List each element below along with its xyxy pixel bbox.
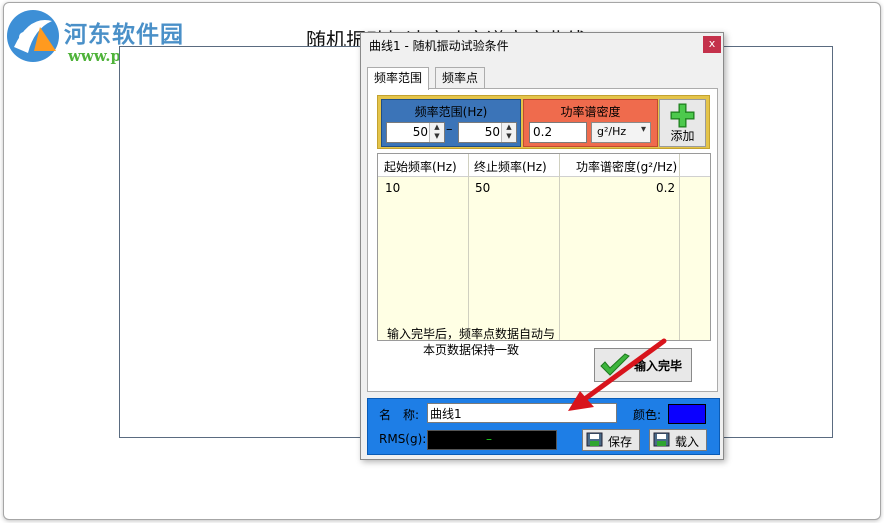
- spin-up-icon[interactable]: ▲: [502, 123, 516, 132]
- psd-value: 0.2: [533, 125, 553, 139]
- hint-text: 输入完毕后，频率点数据自动与 本页数据保持一致: [371, 326, 571, 358]
- tab-frequency-range[interactable]: 频率范围: [367, 67, 430, 90]
- plus-icon: [670, 103, 695, 128]
- save-label: 保存: [608, 435, 633, 449]
- table-header: 起始频率(Hz) 终止频率(Hz) 功率谱密度(g²/Hz): [378, 154, 710, 177]
- end-frequency-value: 50: [484, 125, 500, 139]
- red-arrow-icon: [568, 338, 667, 411]
- rms-value: –: [486, 432, 492, 446]
- chevron-down-icon: ▾: [640, 124, 646, 135]
- input-control-bar: 频率范围(Hz) 50 ▲ ▼ – 50 ▲ ▼ 功率谱密度 0.2 g²/Hz…: [377, 95, 710, 149]
- start-frequency-stepper[interactable]: 50 ▲ ▼: [386, 122, 445, 143]
- psd-unit-select[interactable]: g²/Hz ▾: [591, 122, 651, 143]
- spin-down-icon[interactable]: ▼: [502, 132, 516, 141]
- add-label: 添加: [670, 129, 695, 143]
- dialog-title: 曲线1 - 随机振动试验条件: [369, 39, 509, 53]
- load-label: 载入: [675, 435, 700, 449]
- frequency-table: 起始频率(Hz) 终止频率(Hz) 功率谱密度(g²/Hz) 10 50 0.2: [377, 153, 711, 341]
- load-button[interactable]: 载入: [649, 429, 707, 451]
- load-icon: [653, 432, 670, 447]
- rms-value-display: –: [427, 430, 557, 450]
- site-logo-icon: [7, 10, 59, 62]
- row-psd: 0.2: [656, 181, 676, 195]
- close-icon[interactable]: x: [703, 36, 721, 53]
- tab-frequency-points[interactable]: 频率点: [435, 67, 486, 89]
- psd-value-input[interactable]: 0.2: [529, 122, 587, 143]
- color-swatch[interactable]: [668, 404, 706, 424]
- save-button[interactable]: 保存: [582, 429, 640, 451]
- spin-down-icon[interactable]: ▼: [430, 132, 444, 141]
- column-start-frequency: 起始频率(Hz): [384, 160, 457, 174]
- row-end-frequency: 50: [475, 181, 491, 195]
- column-end-frequency: 终止频率(Hz): [474, 160, 547, 174]
- psd-group: 功率谱密度 0.2 g²/Hz ▾: [523, 99, 658, 147]
- rms-label: RMS(g):: [379, 432, 427, 446]
- row-start-frequency: 10: [385, 181, 401, 195]
- start-frequency-value: 50: [412, 125, 428, 139]
- curve-name-value: 曲线1: [430, 407, 462, 421]
- spin-up-icon[interactable]: ▲: [430, 123, 444, 132]
- name-label: 名 称:: [379, 408, 420, 422]
- hint-line-2: 本页数据保持一致: [422, 343, 519, 357]
- frequency-range-group: 频率范围(Hz) 50 ▲ ▼ – 50 ▲ ▼: [381, 99, 521, 147]
- hint-line-1: 输入完毕后，频率点数据自动与: [386, 327, 555, 341]
- save-icon: [586, 432, 603, 447]
- add-button[interactable]: 添加: [659, 99, 706, 147]
- watermark-site-name: 河东软件园: [64, 21, 184, 48]
- psd-label: 功率谱密度: [560, 105, 621, 119]
- psd-unit-value: g²/Hz: [597, 125, 627, 138]
- end-frequency-stepper[interactable]: 50 ▲ ▼: [458, 122, 517, 143]
- frequency-range-label: 频率范围(Hz): [414, 105, 488, 119]
- column-psd: 功率谱密度(g²/Hz): [576, 160, 678, 174]
- range-separator: –: [446, 122, 453, 137]
